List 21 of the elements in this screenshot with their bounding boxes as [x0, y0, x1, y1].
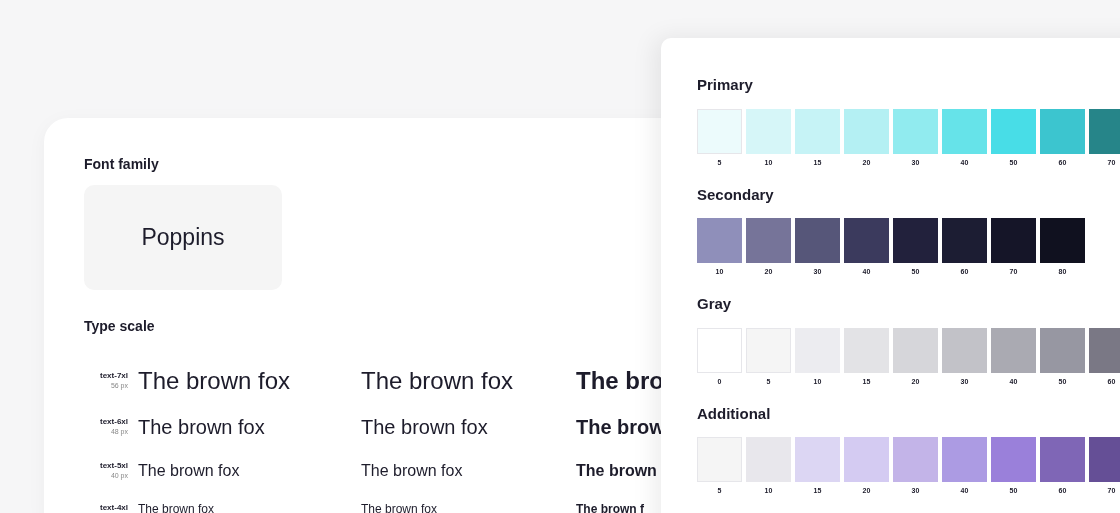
- type-sample: The brown fox: [138, 367, 291, 394]
- type-sample: The brown: [576, 462, 657, 479]
- type-sample: The brown fox: [138, 502, 215, 513]
- token-label: text-5xl: [100, 460, 128, 471]
- font-sample: Poppins: [84, 185, 282, 290]
- token-label: text-4xl: [100, 503, 128, 513]
- section-heading: Type scale: [84, 317, 156, 336]
- type-sample: The brown fox: [361, 462, 463, 479]
- palette-heading: Gray: [697, 294, 733, 314]
- token-label: text-6xl: [100, 416, 128, 427]
- section-heading: Font family: [84, 155, 160, 174]
- type-sample: The brown f: [576, 502, 644, 513]
- type-sample: The brown fox: [361, 367, 514, 394]
- type-sample: The brown fox: [361, 416, 488, 438]
- type-sample: The brown fox: [138, 416, 265, 438]
- palette-heading: Secondary: [697, 184, 775, 205]
- type-sample: The brown fox: [361, 502, 438, 513]
- type-sample: The brown fox: [138, 462, 240, 479]
- palette-heading: Additional: [697, 403, 772, 424]
- palette-heading: Primary: [697, 75, 754, 95]
- token-label: text-7xl: [100, 370, 128, 381]
